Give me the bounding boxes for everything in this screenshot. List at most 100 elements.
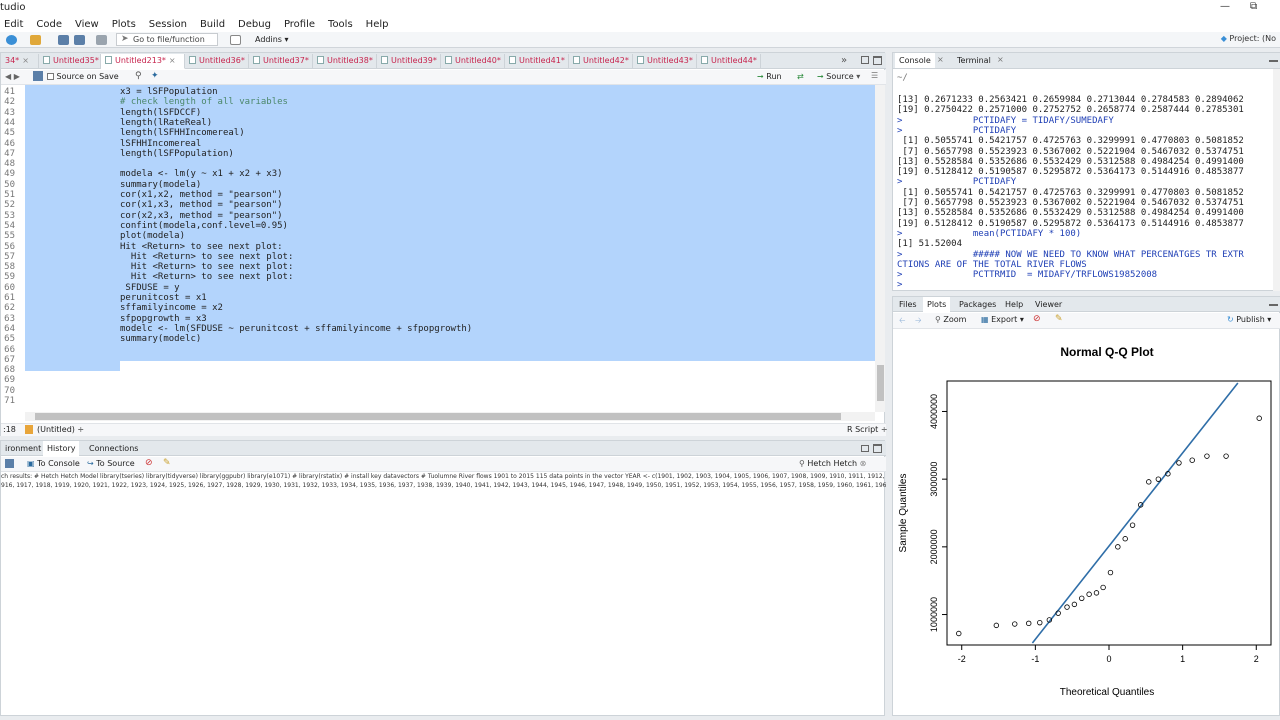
maximize-pane-icon[interactable]: [873, 56, 882, 65]
menu-profile[interactable]: Profile: [284, 19, 315, 30]
editor-tab[interactable]: Untitled42*×: [569, 54, 633, 69]
save-file-icon[interactable]: [33, 71, 43, 81]
scope-selector[interactable]: (Untitled) ÷: [37, 425, 84, 434]
language-selector[interactable]: R Script ÷: [847, 425, 888, 434]
open-folder-icon[interactable]: [30, 35, 41, 45]
back-arrow-icon[interactable]: ◀ ▶: [5, 72, 20, 81]
qq-point: [1012, 621, 1018, 627]
publish-menu[interactable]: ↻ Publish ▾: [1227, 315, 1271, 324]
editor-tab[interactable]: Untitled41*×: [505, 54, 569, 69]
tab-plots[interactable]: Plots: [923, 297, 951, 312]
editor-tab[interactable]: Untitled38*×: [313, 54, 377, 69]
qq-point: [1093, 590, 1100, 596]
minimize-pane-icon[interactable]: [861, 445, 869, 452]
close-icon[interactable]: ×: [169, 56, 176, 65]
history-entry[interactable]: 916, 1917, 1918, 1919, 1920, 1921, 1922,…: [1, 482, 886, 489]
menu-session[interactable]: Session: [149, 19, 187, 30]
console-output[interactable]: ~/ [13] 0.2671233 0.2563421 0.2659984 0.…: [893, 70, 1273, 290]
to-console-button[interactable]: ▣ To Console: [27, 459, 80, 468]
code-area[interactable]: 41 42 43 44 45 46 47 48 49 50 51 52 53 54 55 56 57 58 59 60…: [1, 85, 875, 412]
export-menu[interactable]: ▦ Export ▾: [981, 315, 1024, 324]
run-button[interactable]: ➞ Run: [757, 72, 782, 81]
save-all-icon[interactable]: [74, 35, 85, 45]
editor-tab[interactable]: Untitled40*×: [441, 54, 505, 69]
close-icon[interactable]: ×: [760, 56, 761, 65]
close-icon[interactable]: ×: [22, 56, 29, 65]
y-tick-label: 2000000: [929, 529, 939, 564]
editor-tab[interactable]: Untitled44*×: [697, 54, 761, 69]
menu-help[interactable]: Help: [366, 19, 389, 30]
save-icon[interactable]: [58, 35, 69, 45]
menu-plots[interactable]: Plots: [112, 19, 136, 30]
save-history-icon[interactable]: [5, 459, 14, 468]
close-icon[interactable]: ×: [997, 55, 1004, 64]
close-icon[interactable]: ×: [937, 55, 944, 64]
editor-vertical-scroll-thumb[interactable]: [877, 365, 884, 401]
tab-terminal[interactable]: Terminal: [953, 53, 995, 68]
editor-tab[interactable]: Untitled43*×: [633, 54, 697, 69]
history-search-input[interactable]: ⚲ Hetch Hetch ⊗: [799, 459, 866, 468]
source-on-save-checkbox[interactable]: [47, 73, 54, 80]
previous-plot-icon[interactable]: 🡠: [899, 315, 905, 329]
tab-help[interactable]: Help: [1001, 297, 1027, 312]
menu-build[interactable]: Build: [200, 19, 225, 30]
outline-icon[interactable]: ☰: [871, 71, 878, 80]
editor-tab[interactable]: Untitled36*×: [185, 54, 249, 69]
addins-menu[interactable]: Addins ▾: [255, 35, 289, 44]
clear-plots-broom-icon[interactable]: ✎: [1055, 314, 1063, 324]
zoom-button[interactable]: ⚲ Zoom: [935, 315, 966, 324]
qq-point: [1204, 453, 1210, 459]
magic-wand-icon[interactable]: ✦: [151, 71, 159, 81]
grid-layout-icon[interactable]: [230, 35, 241, 45]
rerun-icon[interactable]: ⇄: [797, 72, 804, 81]
clear-search-icon[interactable]: ⊗: [860, 459, 867, 468]
editor-tab[interactable]: Untitled35*×: [39, 54, 101, 69]
editor-tab[interactable]: Untitled39*×: [377, 54, 441, 69]
next-plot-icon[interactable]: 🡢: [915, 315, 922, 329]
menu-tools[interactable]: Tools: [328, 19, 353, 30]
tab-viewer[interactable]: Viewer: [1031, 297, 1066, 312]
tab-environment[interactable]: ironment: [1, 441, 45, 456]
remove-plot-icon[interactable]: ⊘: [1033, 314, 1041, 324]
editor-vertical-scrollbar[interactable]: [875, 85, 885, 412]
menu-view[interactable]: View: [75, 19, 99, 30]
more-tabs-icon[interactable]: »: [841, 55, 847, 66]
menu-edit[interactable]: Edit: [4, 19, 23, 30]
history-entry[interactable]: ch results: # Hetch Hetch Model library(…: [1, 473, 886, 480]
editor-horizontal-scroll-thumb[interactable]: [35, 413, 841, 420]
search-icon[interactable]: ⚲: [135, 71, 142, 81]
goto-file-input[interactable]: ➤ Go to file/function: [116, 33, 218, 46]
tab-console[interactable]: Console: [895, 53, 935, 68]
source-button[interactable]: ➞ Source ▾: [817, 72, 860, 81]
minimize-pane-icon[interactable]: [1269, 304, 1278, 306]
menu-debug[interactable]: Debug: [238, 19, 271, 30]
minimize-pane-icon[interactable]: [1269, 60, 1278, 62]
publish-label: Publish ▾: [1236, 315, 1272, 324]
tab-files[interactable]: Files: [895, 297, 921, 312]
console-scrollbar[interactable]: [1273, 69, 1280, 291]
x-tick-label: -2: [958, 654, 966, 664]
data-points: [956, 415, 1262, 637]
history-tab-bar: ironment History Connections: [1, 441, 886, 456]
tab-connections[interactable]: Connections: [85, 441, 142, 456]
run-label: Run: [766, 72, 782, 81]
project-label: Project: (No: [1229, 34, 1276, 43]
to-source-button[interactable]: ↪ To Source: [87, 459, 135, 468]
editor-tab[interactable]: Untitled213* ×: [101, 54, 185, 69]
editor-tab[interactable]: Untitled37*×: [249, 54, 313, 69]
remove-entry-icon[interactable]: ⊘: [145, 458, 153, 468]
tab-packages[interactable]: Packages: [955, 297, 1000, 312]
minimize-pane-icon[interactable]: [861, 56, 869, 64]
editor-tab[interactable]: 34* ×: [1, 54, 39, 69]
maximize-pane-icon[interactable]: [873, 444, 882, 453]
y-tick-label: 1000000: [929, 597, 939, 632]
restore-icon[interactable]: ⧉: [1250, 1, 1257, 12]
new-project-icon[interactable]: [6, 35, 17, 45]
tab-history[interactable]: History: [43, 441, 80, 456]
print-icon[interactable]: [96, 35, 107, 45]
menu-code[interactable]: Code: [36, 19, 62, 30]
clear-broom-icon[interactable]: ✎: [163, 458, 171, 468]
minimize-icon[interactable]: —: [1220, 1, 1230, 12]
project-menu[interactable]: ◆ Project: (No: [1221, 34, 1276, 43]
source-on-save-toggle[interactable]: Source on Save: [47, 72, 119, 81]
